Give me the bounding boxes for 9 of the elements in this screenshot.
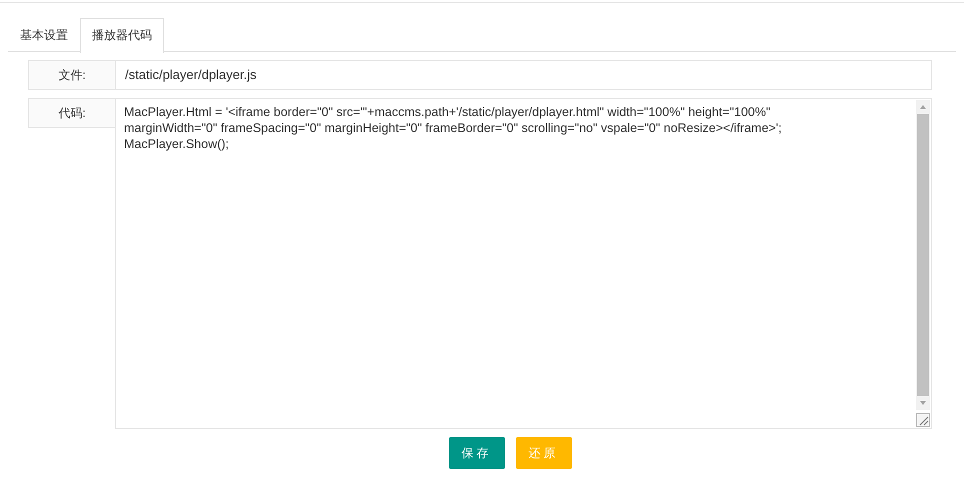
tab[interactable]: 基本设置	[8, 18, 80, 52]
input-field[interactable]: /static/player/dplayer.js	[115, 60, 932, 90]
resize-grip-icon[interactable]	[916, 413, 930, 427]
tab[interactable]: 播放器代码	[80, 18, 164, 53]
field-label: 代码:	[28, 98, 115, 128]
code-textarea[interactable]: MacPlayer.Html = '<iframe border="0" src="'+maccms.path+'/static/player/dplayer.html" width="100%" height="100%" marginWidth="0" frameSpacing="0" marginHeight="0" frameBorder="0" scrolling="no" vspale="0" noResize></iframe>'; MacPlayer.Show();	[115, 98, 932, 429]
save-button[interactable]: 保存	[448, 437, 504, 469]
scrollbar[interactable]	[916, 100, 930, 410]
field-label: 文件:	[28, 60, 115, 90]
